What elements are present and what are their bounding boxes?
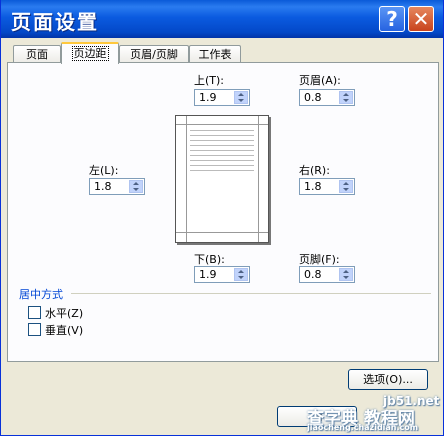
window-title: 页面设置 bbox=[11, 10, 99, 34]
tab-sheet-label: 工作表 bbox=[198, 48, 232, 61]
tab-sheet[interactable]: 工作表 bbox=[189, 45, 241, 63]
page-preview bbox=[175, 115, 269, 243]
spin-arrows-icon[interactable] bbox=[339, 268, 353, 281]
tab-header-footer[interactable]: 页眉/页脚 bbox=[119, 45, 189, 63]
options-button[interactable]: 选项(O)... bbox=[348, 369, 428, 390]
tab-page[interactable]: 页面 bbox=[13, 45, 61, 63]
right-margin-label: 右(R): bbox=[299, 164, 330, 177]
close-button[interactable]: ✕ bbox=[408, 6, 434, 32]
tab-page-label: 页面 bbox=[26, 48, 48, 61]
footer-margin-value: 0.8 bbox=[304, 268, 322, 281]
center-vertical-checkbox[interactable] bbox=[28, 323, 41, 336]
page-setup-dialog: 页面设置 ? ✕ 页面 页边距 页眉/页脚 工作表 上(T): 1.9 页眉(A… bbox=[0, 0, 444, 436]
spin-arrows-icon[interactable] bbox=[234, 91, 248, 104]
center-horizontal-label[interactable]: 水平(Z) bbox=[45, 305, 83, 321]
left-margin-label: 左(L): bbox=[89, 164, 119, 177]
title-bar[interactable]: 页面设置 ? ✕ bbox=[1, 0, 443, 38]
top-margin-guide bbox=[176, 124, 268, 125]
tab-margins[interactable]: 页边距 bbox=[61, 42, 119, 64]
bottom-margin-value: 1.9 bbox=[199, 268, 217, 281]
right-margin-value: 1.8 bbox=[304, 180, 322, 193]
left-margin-value: 1.8 bbox=[94, 180, 112, 193]
left-margin-guide bbox=[186, 116, 187, 242]
right-margin-guide bbox=[258, 116, 259, 242]
center-vertical-label[interactable]: 垂直(V) bbox=[45, 322, 83, 338]
spin-arrows-icon[interactable] bbox=[339, 180, 353, 193]
center-horizontal-checkbox[interactable] bbox=[28, 306, 41, 319]
left-margin-spinner[interactable]: 1.8 bbox=[89, 178, 145, 195]
top-margin-spinner[interactable]: 1.9 bbox=[194, 89, 250, 106]
top-margin-value: 1.9 bbox=[199, 91, 217, 104]
spin-arrows-icon[interactable] bbox=[339, 91, 353, 104]
spreadsheet-grid-icon bbox=[190, 126, 254, 171]
tab-margins-label: 页边距 bbox=[71, 46, 109, 61]
spin-arrows-icon[interactable] bbox=[234, 268, 248, 281]
header-margin-spinner[interactable]: 0.8 bbox=[299, 89, 355, 106]
footer-margin-label: 页脚(F): bbox=[299, 253, 340, 266]
bottom-margin-spinner[interactable]: 1.9 bbox=[194, 266, 250, 283]
tab-header-footer-label: 页眉/页脚 bbox=[130, 48, 178, 61]
group-divider bbox=[71, 293, 431, 294]
right-margin-spinner[interactable]: 1.8 bbox=[299, 178, 355, 195]
center-on-page-group-title: 居中方式 bbox=[19, 288, 63, 301]
footer-margin-spinner[interactable]: 0.8 bbox=[299, 266, 355, 283]
header-margin-value: 0.8 bbox=[304, 91, 322, 104]
watermark-url: jiaocheng.chazidian.com bbox=[307, 423, 419, 432]
help-button[interactable]: ? bbox=[379, 6, 405, 32]
top-margin-label: 上(T): bbox=[194, 74, 225, 87]
header-margin-label: 页眉(A): bbox=[299, 74, 341, 87]
bottom-margin-guide bbox=[176, 232, 268, 233]
spin-arrows-icon[interactable] bbox=[129, 180, 143, 193]
bottom-margin-label: 下(B): bbox=[194, 253, 225, 266]
